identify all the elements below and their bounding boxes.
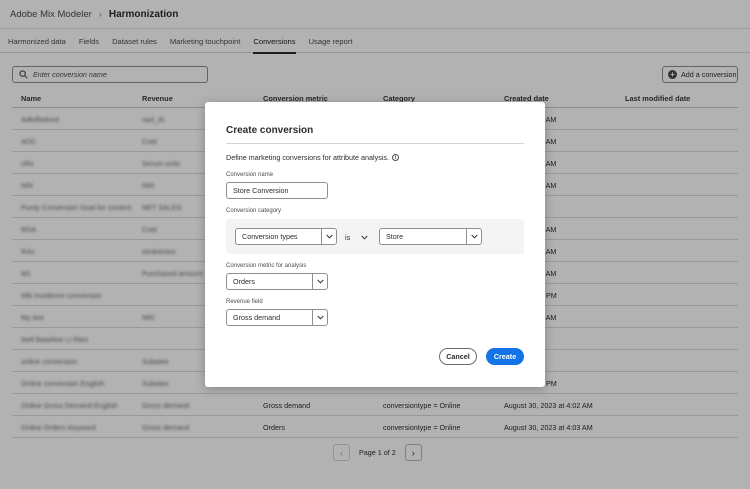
chevron-down-icon [312,274,327,289]
chevron-down-icon [312,310,327,325]
category-value-text: Store [386,232,404,241]
dialog-divider [226,143,524,144]
create-conversion-dialog: Create conversion Define marketing conve… [205,102,545,387]
dialog-title: Create conversion [226,125,314,136]
conversion-metric-value: Orders [233,277,255,286]
conversion-category-label: Conversion category [226,208,282,214]
conversion-name-input[interactable]: Store Conversion [226,182,328,199]
dialog-description-text: Define marketing conversions for attribu… [226,153,389,162]
revenue-field-label: Revenue field [226,299,263,305]
category-operator-value: is [345,233,351,242]
conversion-metric-label: Conversion metric for analysis [226,263,307,269]
chevron-down-icon [321,229,336,244]
cancel-button[interactable]: Cancel [439,348,477,365]
category-value-picker[interactable]: Store [379,228,482,245]
dialog-description: Define marketing conversions for attribu… [226,153,399,162]
revenue-field-picker[interactable]: Gross demand [226,309,328,326]
conversion-name-label: Conversion name [226,172,274,178]
create-button[interactable]: Create [486,348,524,365]
category-field-value: Conversion types [242,232,298,241]
conversion-metric-picker[interactable]: Orders [226,273,328,290]
category-field-picker[interactable]: Conversion types [235,228,337,245]
chevron-down-icon [361,235,368,240]
category-operator-picker[interactable]: is [345,233,368,242]
revenue-field-value: Gross demand [233,313,281,322]
chevron-down-icon [466,229,481,244]
info-icon[interactable]: i [392,154,399,161]
